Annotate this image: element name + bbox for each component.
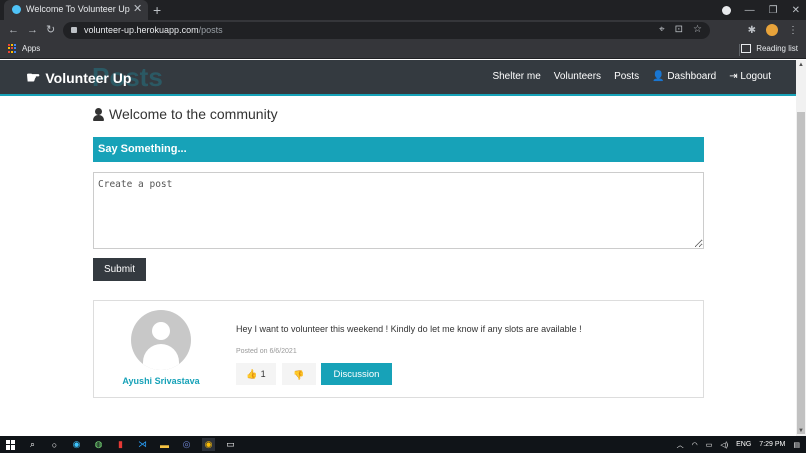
welcome-text: Welcome to the community	[109, 106, 278, 122]
nav-dashboard[interactable]: 👤 Dashboard	[652, 71, 716, 82]
nav-logout[interactable]: ⇥ Logout	[729, 71, 771, 82]
new-tab-button[interactable]: +	[153, 0, 161, 20]
volume-icon[interactable]: ◁)	[720, 441, 728, 449]
say-something-header: Say Something...	[93, 137, 704, 162]
battery-icon[interactable]: ▭	[706, 441, 713, 449]
reload-icon[interactable]: ↻	[46, 23, 55, 37]
reading-list-button[interactable]: Reading list	[741, 44, 798, 53]
tray-chevron-icon[interactable]: ︿	[677, 440, 684, 450]
user-icon	[93, 107, 104, 121]
apps-label: Apps	[22, 44, 41, 53]
edge-icon[interactable]: ◉	[70, 438, 83, 451]
app-red-icon[interactable]: ▮	[114, 438, 127, 451]
start-icon[interactable]	[4, 438, 17, 451]
bookmark-star-icon[interactable]: ☆	[693, 24, 702, 35]
window-controls: — ❐ ✕	[721, 0, 800, 20]
like-button[interactable]: 👍 1	[236, 363, 276, 385]
like-count: 1	[260, 369, 266, 379]
reading-list-label: Reading list	[756, 44, 798, 53]
tab-favicon-icon	[12, 5, 21, 14]
forward-icon[interactable]: →	[27, 23, 38, 37]
create-post-input[interactable]	[93, 172, 704, 249]
close-window-icon[interactable]: ✕	[792, 5, 800, 16]
nav-volunteers[interactable]: Volunteers	[554, 71, 601, 82]
bookmark-apps[interactable]: Apps	[8, 44, 40, 53]
menu-icon[interactable]: ⋮	[788, 25, 798, 36]
lock-icon	[71, 27, 77, 33]
dislike-button[interactable]: 👍	[282, 363, 316, 385]
browser-tab-strip: Welcome To Volunteer Up ✕ + — ❐ ✕	[0, 0, 806, 20]
avatar[interactable]	[131, 310, 191, 370]
discussion-button[interactable]: Discussion	[321, 363, 392, 385]
profile-avatar[interactable]	[766, 24, 778, 36]
address-bar: ← → ↻ volunteer-up.herokuapp.com/posts ⌖…	[0, 20, 806, 41]
apps-grid-icon	[8, 44, 17, 53]
url-field[interactable]: volunteer-up.herokuapp.com/posts ⌖ ⊡ ☆	[63, 22, 710, 39]
scroll-up-icon[interactable]: ▲	[796, 60, 806, 70]
brand-logo[interactable]: ☛ Volunteer Up	[26, 68, 131, 88]
folder-icon[interactable]: ▬	[158, 438, 171, 451]
url-text[interactable]: volunteer-up.herokuapp.com/posts	[84, 25, 223, 35]
page-title: Welcome to the community	[93, 106, 278, 122]
handshake-icon: ☛	[26, 70, 41, 87]
post-author[interactable]: Ayushi Srivastava	[94, 376, 228, 386]
minimize-icon[interactable]: —	[745, 5, 755, 16]
scroll-down-icon[interactable]: ▼	[796, 426, 806, 436]
terminal-icon[interactable]: ▭	[224, 438, 237, 451]
browser-tab[interactable]: Welcome To Volunteer Up ✕	[4, 0, 148, 20]
search-icon[interactable]: ⌕	[26, 438, 39, 451]
user-icon: 👤	[652, 71, 665, 82]
thumbs-down-icon: 👍	[293, 369, 305, 380]
clock[interactable]: 7:29 PM	[759, 441, 785, 448]
site-navbar: Posts ☛ Volunteer Up Shelter me Voluntee…	[0, 60, 796, 96]
media-indicator-icon[interactable]	[721, 5, 731, 15]
task-view-icon[interactable]: ○	[48, 438, 61, 451]
notifications-icon[interactable]: ▤	[793, 441, 800, 449]
tab-close-icon[interactable]: ✕	[133, 2, 142, 15]
post-date: Posted on 6/6/2021	[236, 348, 297, 355]
nav-posts[interactable]: Posts	[614, 71, 639, 82]
brand-name: Volunteer Up	[45, 70, 132, 86]
reading-list-icon	[741, 44, 752, 53]
post-text: Hey I want to volunteer this weekend ! K…	[236, 324, 582, 334]
location-icon[interactable]: ⌖	[659, 24, 665, 35]
bookmarks-bar: Apps Reading list	[0, 41, 806, 59]
thumbs-up-icon: 👍	[246, 368, 258, 379]
tab-title: Welcome To Volunteer Up	[26, 4, 130, 14]
logout-icon: ⇥	[729, 71, 738, 82]
bookmark-separator	[739, 44, 740, 56]
submit-button[interactable]: Submit	[93, 258, 146, 281]
language-indicator[interactable]: ENG	[736, 441, 751, 448]
post-card: Ayushi Srivastava Hey I want to voluntee…	[93, 300, 704, 398]
translate-icon[interactable]: ⊡	[675, 24, 683, 35]
discord-icon[interactable]: ◎	[180, 438, 193, 451]
vscode-icon[interactable]: ⋊	[136, 438, 149, 451]
maximize-icon[interactable]: ❐	[769, 5, 778, 16]
extensions-icon[interactable]: ✱	[748, 25, 756, 36]
nav-shelter-me[interactable]: Shelter me	[492, 71, 540, 82]
chrome-icon[interactable]: ◉	[202, 438, 215, 451]
network-icon[interactable]: ◠	[692, 441, 698, 449]
page-scrollbar[interactable]: ▲ ▼	[796, 60, 806, 436]
app-icon[interactable]: ◍	[92, 438, 105, 451]
scroll-thumb[interactable]	[797, 112, 805, 434]
nav-links: Shelter me Volunteers Posts 👤 Dashboard …	[492, 71, 771, 82]
windows-taskbar: ⌕ ○ ◉ ◍ ▮ ⋊ ▬ ◎ ◉ ▭ ︿ ◠ ▭ ◁) ENG 7:29 PM…	[0, 436, 806, 453]
back-icon[interactable]: ←	[8, 23, 19, 37]
